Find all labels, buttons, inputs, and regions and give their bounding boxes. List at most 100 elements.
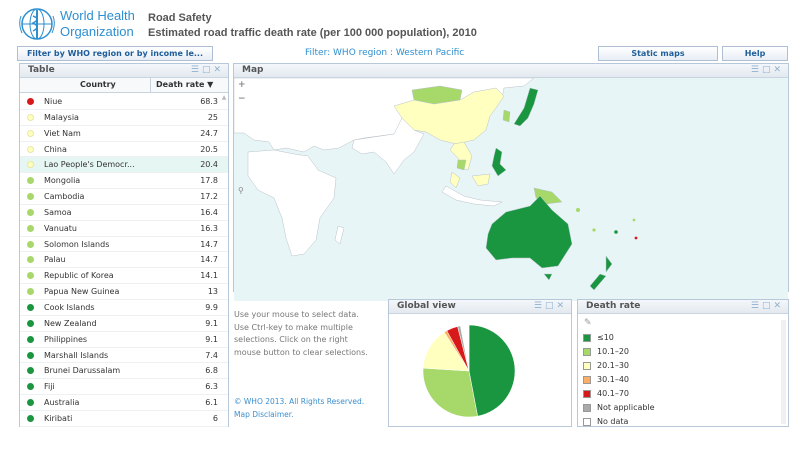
column-header-death-rate[interactable]: Death rate ▼ [156,80,213,89]
table-row[interactable]: Fiji 6.3 [20,379,228,396]
pencil-icon[interactable]: ✎ [584,318,592,328]
country-cell: Malaysia [44,112,79,122]
table-row[interactable]: Solomon Islands 14.7 [20,237,228,253]
table-row[interactable]: Australia 6.1 [20,395,228,411]
niue [634,236,638,240]
app-title: Road Safety [148,12,212,24]
table-row[interactable]: Papua New Guinea 13 [20,284,228,300]
table-row[interactable]: Viet Nam 24.7 [20,126,228,142]
death-rate-cell: 25 [207,112,218,122]
table-row[interactable]: Philippines 9.1 [20,332,228,348]
status-dot-icon [27,367,34,375]
table-row[interactable]: Palau 14.7 [20,252,228,269]
table-row[interactable]: Marshall Islands 7.4 [20,348,228,364]
death-rate-cell: 17.2 [200,192,218,202]
legend-scrollbar[interactable] [781,320,786,424]
status-dot-icon [27,399,34,407]
country-cell: Lao People's Democr... [44,160,135,170]
legend-title: Death rate [586,301,641,311]
madagascar [334,225,345,245]
table-row[interactable]: Malaysia 25 [20,110,228,126]
status-dot-icon [27,272,34,280]
panel-controls-icon[interactable]: ☰□✕ [751,301,784,311]
country-cell: Fiji [44,382,55,392]
country-cell: Marshall Islands [44,350,109,360]
samoa [632,218,636,222]
map-panel-title: Map [242,65,264,75]
world-map[interactable]: + − ⚲ [234,78,788,301]
map-panel-header: Map ☰□✕ [234,64,788,78]
legend-swatch [583,390,591,398]
fiji [614,230,618,234]
legend-label: 20.1–30 [597,361,629,370]
table-panel-title: Table [28,65,55,75]
table-row[interactable]: China 20.5 [20,142,228,158]
country-cell: Philippines [44,334,88,344]
help-button[interactable]: Help [722,46,788,61]
death-rate-cell: 7.4 [205,350,218,360]
death-rate-cell: 6.3 [205,382,218,392]
table-row[interactable]: Lao People's Democr... 20.4 [20,157,228,174]
scroll-up-icon[interactable]: ▲ [221,94,227,101]
status-dot-icon [27,145,34,153]
world-map-svg[interactable] [234,78,788,292]
status-dot-icon [27,113,34,121]
legend-swatch [583,362,591,370]
country-cell: Republic of Korea [44,271,114,281]
africa [247,149,337,257]
death-rate-cell: 14.7 [200,239,218,249]
status-dot-icon [27,303,34,311]
table-row[interactable]: Mongolia 17.8 [20,173,228,190]
page-subtitle: Estimated road traffic death rate (per 1… [148,27,477,39]
country-cell: Viet Nam [44,128,81,138]
panel-controls-icon[interactable]: ☰□✕ [191,65,224,75]
zoom-in-button[interactable]: + [238,80,246,90]
global-view-pie[interactable] [389,314,571,426]
legend-label: ≤10 [597,333,614,342]
table-row[interactable]: Cook Islands 9.9 [20,300,228,316]
table-row[interactable]: Brunei Darussalam 6.8 [20,363,228,380]
static-maps-button[interactable]: Static maps [598,46,718,61]
column-divider [150,78,151,93]
table-row[interactable]: Samoa 16.4 [20,205,228,221]
table-row[interactable]: Kiribati 6 [20,411,228,427]
copyright-link[interactable]: © WHO 2013. All Rights Reserved. Map Dis… [234,396,374,421]
pie-slice[interactable] [422,367,478,418]
death-rate-cell: 20.5 [200,144,218,154]
table-row[interactable]: Niue 68.3 [20,94,228,110]
status-dot-icon [27,98,34,105]
status-dot-icon [27,288,34,296]
indonesia [441,185,503,207]
legend-swatch [583,418,591,426]
legend-label: Not applicable [597,403,655,412]
pie-slice[interactable] [468,324,516,417]
death-rate-cell: 14.7 [200,255,218,265]
death-rate-cell: 9.1 [205,318,218,328]
table-panel: Table ☰□✕ Country Death rate ▼ Niue 68.3 M… [19,63,229,427]
country-cell: Kiribati [44,413,73,423]
panel-controls-icon[interactable]: ☰□✕ [534,301,567,311]
death-rate-cell: 16.4 [200,207,218,217]
table-row[interactable]: Cambodia 17.2 [20,189,228,205]
table-header: Country Death rate ▼ [20,78,228,93]
table-row[interactable]: Republic of Korea 14.1 [20,268,228,285]
vanuatu [592,228,596,232]
country-cell: Samoa [44,207,72,217]
country-cell: Mongolia [44,176,81,186]
death-rate-cell: 24.7 [200,128,218,138]
table-row[interactable]: Vanuatu 16.3 [20,221,228,237]
korea [502,109,511,123]
table-body: Niue 68.3 Malaysia 25 Viet Nam 24.7 China 20.5 L… [20,94,228,427]
table-scrollbar[interactable]: ▲ [221,94,227,424]
zoom-search-icon[interactable]: ⚲ [238,186,244,195]
column-header-country[interactable]: Country [80,80,116,89]
status-dot-icon [27,335,34,343]
legend-swatch [583,404,591,412]
panel-controls-icon[interactable]: ☰□✕ [751,65,784,75]
legend-header: Death rate ☰□✕ [578,300,788,314]
table-row[interactable]: New Zealand 9.1 [20,316,228,332]
zoom-out-button[interactable]: − [238,94,246,104]
status-dot-icon [27,240,34,248]
filter-button[interactable]: Filter by WHO region or by income le... [17,46,213,61]
global-view-header: Global view ☰□✕ [389,300,571,314]
